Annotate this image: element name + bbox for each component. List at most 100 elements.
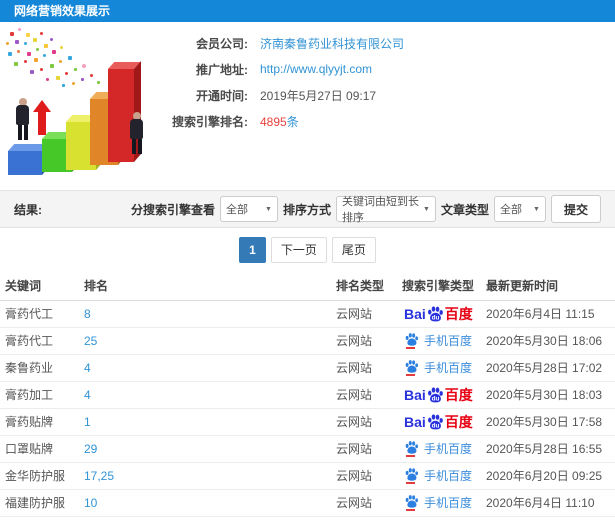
table-row[interactable]: 膏药贴牌 1 云网站 Bai du 百度 2020年5月30日 17:58 — [0, 408, 615, 436]
info-row-open-time: 开通时间: 2019年5月27日 09:17 — [170, 82, 404, 108]
svg-text:du: du — [431, 422, 439, 429]
info-row-company: 会员公司: 济南秦鲁药业科技有限公司 — [170, 30, 404, 56]
update-time-cell: 2020年6月4日 11:15 — [486, 300, 615, 328]
last-page-button[interactable]: 尾页 — [331, 237, 376, 263]
rank-type-cell: 云网站 — [336, 327, 402, 355]
sort-filter-value: 关键词由短到长排序 — [341, 196, 419, 224]
keyword-cell: 膏药代工 — [0, 300, 84, 328]
businessman-left-figure — [16, 98, 29, 140]
rank-link[interactable]: 4 — [84, 381, 336, 409]
baidu-paw-icon: du — [427, 413, 443, 429]
rank-type-cell: 云网站 — [336, 435, 402, 463]
baidu-paw-icon — [405, 359, 418, 373]
sort-filter-label: 排序方式 — [282, 202, 331, 217]
keyword-cell: 口罩贴牌 — [0, 435, 84, 463]
rank-type-cell: 云网站 — [336, 381, 402, 409]
keyword-cell: 膏药贴牌 — [0, 408, 84, 436]
rank-type-cell: 云网站 — [336, 408, 402, 436]
baidu-underline-icon — [406, 346, 415, 349]
update-time-cell: 2020年5月30日 17:58 — [486, 408, 615, 436]
engine-cell: 手机百度 — [402, 327, 486, 355]
chevron-down-icon: ▼ — [423, 205, 430, 213]
bar-chart-illustration — [2, 26, 170, 184]
rank-type-cell: 云网站 — [336, 300, 402, 328]
rank-link[interactable]: 4 — [84, 354, 336, 382]
engine-filter-select[interactable]: 全部 ▼ — [219, 196, 278, 222]
update-time-cell: 2020年6月20日 09:25 — [486, 462, 615, 490]
promo-url-link[interactable]: http://www.qlyyjt.com — [260, 62, 372, 76]
update-time-cell: 2020年5月28日 16:55 — [486, 435, 615, 463]
baidu-paw-icon — [405, 467, 418, 481]
growth-arrow-icon — [33, 100, 51, 135]
info-row-url: 推广地址: http://www.qlyyjt.com — [170, 56, 404, 82]
mobile-baidu-logo: 手机百度 — [404, 467, 472, 484]
header-engine-type: 搜索引擎类型 — [402, 272, 486, 301]
svg-text:du: du — [431, 395, 439, 402]
table-row[interactable]: 膏药代工 8 云网站 Bai du 百度 2020年6月4日 11:15 — [0, 300, 615, 328]
keyword-cell: 金华防护服 — [0, 462, 84, 490]
chart-bar-blue — [8, 151, 42, 175]
table-row[interactable]: 福建防护服 10 云网站 手机百度 2020年6月4日 11:10 — [0, 489, 615, 517]
table-header-row: 关键词 排名 排名类型 搜索引擎类型 最新更新时间 — [0, 272, 615, 301]
pagination: 1 下一页 尾页 — [0, 228, 615, 272]
sort-filter-select[interactable]: 关键词由短到长排序 ▼ — [335, 196, 436, 224]
keyword-cell: 秦鲁药业 — [0, 354, 84, 382]
engine-cell: 手机百度 — [402, 489, 486, 517]
keyword-ranking-table: 关键词 排名 排名类型 搜索引擎类型 最新更新时间 膏药代工 8 云网站 Bai… — [0, 272, 615, 517]
rank-type-cell: 云网站 — [336, 489, 402, 517]
baidu-paw-icon — [405, 440, 418, 454]
rank-type-cell: 云网站 — [336, 462, 402, 490]
rank-link[interactable]: 29 — [84, 435, 336, 463]
result-label: 结果: — [14, 202, 42, 217]
rank-type-cell: 云网站 — [336, 354, 402, 382]
baidu-paw-icon — [405, 494, 418, 508]
table-row[interactable]: 秦鲁药业 4 云网站 手机百度 2020年5月28日 17:02 — [0, 354, 615, 382]
open-time-value: 2019年5月27日 09:17 — [260, 88, 377, 103]
table-row[interactable]: 膏药加工 4 云网站 Bai du 百度 2020年5月30日 18:03 — [0, 381, 615, 409]
baidu-underline-icon — [406, 454, 415, 457]
baidu-paw-icon — [405, 332, 418, 346]
keyword-cell: 膏药代工 — [0, 327, 84, 355]
rank-count-value: 4895条 — [260, 113, 299, 130]
company-name-link[interactable]: 济南秦鲁药业科技有限公司 — [260, 35, 404, 52]
article-type-value: 全部 — [499, 204, 522, 216]
engine-cell: 手机百度 — [402, 435, 486, 463]
baidu-underline-icon — [406, 481, 415, 484]
mobile-baidu-logo: 手机百度 — [404, 359, 472, 376]
header-rank-type: 排名类型 — [336, 272, 402, 301]
rank-link[interactable]: 17,25 — [84, 462, 336, 490]
page-button-current[interactable]: 1 — [239, 237, 266, 263]
header-rank: 排名 — [84, 272, 336, 301]
table-row[interactable]: 金华防护服 17,25 云网站 手机百度 2020年6月20日 09:25 — [0, 462, 615, 490]
engine-cell: Bai du 百度 — [402, 381, 486, 409]
table-row[interactable]: 口罩贴牌 29 云网站 手机百度 2020年5月28日 16:55 — [0, 435, 615, 463]
baidu-logo: Bai du 百度 — [404, 413, 473, 430]
table-row[interactable]: 膏药代工 25 云网站 手机百度 2020年5月30日 18:06 — [0, 327, 615, 355]
rank-count-number: 4895 — [260, 114, 287, 129]
update-time-cell: 2020年5月30日 18:03 — [486, 381, 615, 409]
promo-url-label: 推广地址: — [196, 62, 248, 77]
table-body: 膏药代工 8 云网站 Bai du 百度 2020年6月4日 11:15 膏药代工 … — [0, 300, 615, 517]
article-type-select[interactable]: 全部 ▼ — [493, 196, 546, 222]
submit-button[interactable]: 提交 — [550, 195, 601, 223]
engine-cell: 手机百度 — [402, 462, 486, 490]
next-page-button[interactable]: 下一页 — [270, 237, 327, 263]
rank-link[interactable]: 8 — [84, 300, 336, 328]
update-time-cell: 2020年5月30日 18:06 — [486, 327, 615, 355]
engine-cell: Bai du 百度 — [402, 408, 486, 436]
engine-cell: Bai du 百度 — [402, 300, 486, 328]
rank-link[interactable]: 10 — [84, 489, 336, 517]
company-label: 会员公司: — [196, 36, 248, 51]
rank-count-label: 搜索引擎排名: — [172, 114, 248, 129]
baidu-underline-icon — [406, 373, 415, 376]
baidu-logo: Bai du 百度 — [404, 305, 473, 322]
rank-link[interactable]: 25 — [84, 327, 336, 355]
keyword-cell: 膏药加工 — [0, 381, 84, 409]
engine-cell: 手机百度 — [402, 354, 486, 382]
svg-text:du: du — [431, 314, 439, 321]
info-row-rank-count: 搜索引擎排名: 4895条 — [170, 108, 404, 134]
mobile-baidu-logo: 手机百度 — [404, 494, 472, 511]
header-update-time: 最新更新时间 — [486, 272, 615, 301]
rank-link[interactable]: 1 — [84, 408, 336, 436]
baidu-underline-icon — [406, 508, 415, 511]
